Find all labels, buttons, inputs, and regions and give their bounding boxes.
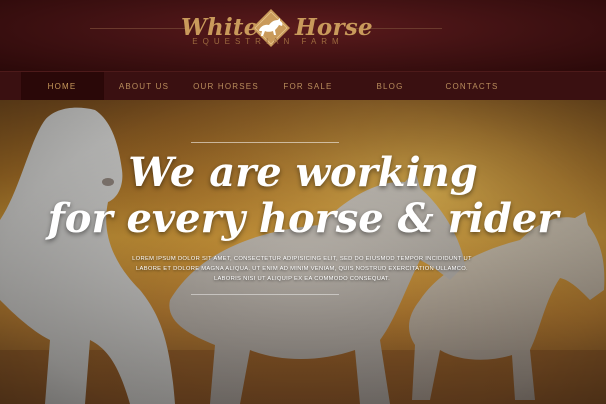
nav-divider <box>21 72 22 101</box>
nav-item-for-sale[interactable]: FOR SALE <box>268 72 348 101</box>
hero-title-line-2: for every horse & rider <box>47 195 559 242</box>
hero-title-line-1: We are working <box>128 149 478 196</box>
header-divider-left <box>90 28 186 29</box>
nav-item-blog[interactable]: BLOG <box>348 72 432 101</box>
main-navigation: HOME ABOUT US OUR HORSES FOR SALE BLOG C… <box>0 71 606 102</box>
hero-description: Lorem ipsum dolor sit amet, consectetur … <box>132 256 472 282</box>
nav-item-about-us[interactable]: ABOUT US <box>104 72 184 101</box>
page: White Horse EQUESTRIAN FARM HOME ABOUT U… <box>0 0 606 404</box>
nav-item-contacts[interactable]: CONTACTS <box>432 72 512 101</box>
logo-tagline: EQUESTRIAN FARM <box>192 37 344 46</box>
hero-overlay <box>0 100 606 404</box>
hero-banner: We are working for every horse & rider L… <box>0 100 606 404</box>
hero-divider-bottom <box>191 294 339 295</box>
hero-title: We are working for every horse & rider <box>40 150 566 242</box>
nav-item-our-horses[interactable]: OUR HORSES <box>184 72 268 101</box>
site-header: White Horse EQUESTRIAN FARM <box>0 0 606 71</box>
hero-divider-top <box>191 142 339 143</box>
nav-item-home[interactable]: HOME <box>21 72 103 101</box>
